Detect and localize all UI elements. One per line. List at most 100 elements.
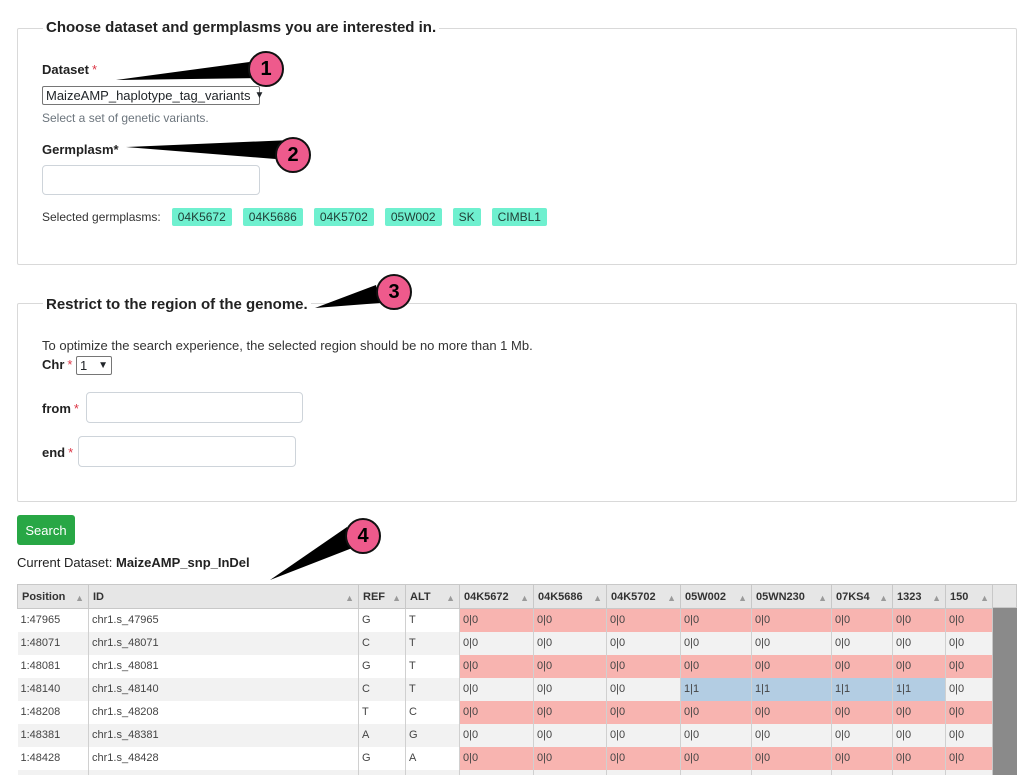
column-header-label: Position (22, 590, 66, 603)
column-header[interactable]: 07KS4 ▲ (831, 584, 893, 609)
table-row[interactable]: 1:48071 chr1.s_48071 C T 0|0 0|0 0|0 0|0 0|0 0|0 0… (17, 631, 994, 655)
genotype-cell: 0|0 (459, 723, 534, 747)
table-scrollbar[interactable] (992, 608, 1017, 775)
column-header-label: 04K5686 (538, 590, 583, 603)
table-cell: 1:48081 (17, 654, 89, 678)
column-header[interactable]: 1323 ▲ (892, 584, 946, 609)
germplasm-chip[interactable]: SK (452, 208, 481, 226)
genotype-cell: 0|0 (945, 631, 994, 655)
chr-select[interactable]: 1 ▼ (76, 356, 112, 375)
table-cell: G (358, 654, 406, 678)
table-scroll-header (992, 584, 1017, 608)
genotype-cell: 0|0 (533, 677, 607, 701)
genotype-cell: 0|0 (459, 631, 534, 655)
genotype-cell: 0|0 (831, 700, 893, 724)
germplasm-label: Germplasm* (42, 142, 119, 157)
table-row[interactable]: 1:48381 chr1.s_48381 A G 0|0 0|0 0|0 0|0 0|0 0|0 0… (17, 723, 994, 747)
column-header-label: 05W002 (685, 590, 726, 603)
germplasm-input[interactable] (42, 165, 260, 195)
column-header[interactable]: ALT ▲ (405, 584, 460, 609)
chevron-down-icon: ▼ (254, 90, 265, 101)
table-cell: chr1.s_47965 (88, 608, 359, 632)
column-header[interactable]: 05W002 ▲ (680, 584, 752, 609)
genotype-cell: 0|0 (892, 654, 946, 678)
required-mark: * (73, 401, 79, 416)
genotype-cell: 0|0 (892, 608, 946, 632)
germplasm-chip[interactable]: 05W002 (384, 208, 442, 226)
germplasm-chip[interactable]: 04K5672 (171, 208, 232, 226)
table-row[interactable]: 1:48208 chr1.s_48208 T C 0|0 0|0 0|0 0|0 0|0 0|0 0… (17, 700, 994, 724)
table-row[interactable]: 1:48428 chr1.s_48428 G A 0|0 0|0 0|0 0|0 0|0 0|0 0… (17, 746, 994, 770)
germplasm-chip[interactable]: CIMBL1 (491, 208, 547, 226)
table-row[interactable]: 1:48081 chr1.s_48081 G T 0|0 0|0 0|0 0|0 0|0 0|0 0… (17, 654, 994, 678)
genotype-cell: 0|0 (945, 654, 994, 678)
from-input[interactable] (86, 392, 303, 423)
table-cell: chr1.s_48140 (88, 677, 359, 701)
column-header[interactable]: Position ▲ (17, 584, 89, 609)
sort-up-icon: ▲ (392, 592, 401, 603)
genotype-cell: 0|0 (831, 631, 893, 655)
column-header-label: 04K5672 (464, 590, 509, 603)
from-label: from * (42, 401, 79, 416)
table-cell: C (358, 631, 406, 655)
variants-table-container: Position ▲ ID ▲ REF ▲ ALT ▲ 04K5672 ▲ 04K5686 ▲ 04K5… (17, 584, 1017, 775)
genotype-cell: 0|0 (831, 654, 893, 678)
genotype-cell: 0|0 (892, 746, 946, 770)
table-row[interactable]: 1:47965 chr1.s_47965 G T 0|0 0|0 0|0 0|0 0|0 0|0 0… (17, 608, 994, 632)
germplasm-chip[interactable]: 04K5702 (313, 208, 374, 226)
column-header-label: 150 (950, 590, 969, 603)
sort-up-icon: ▲ (75, 592, 84, 603)
column-header[interactable]: ID ▲ (88, 584, 359, 609)
column-header-label: 07KS4 (836, 590, 870, 603)
sort-up-icon: ▲ (345, 592, 354, 603)
sort-up-icon: ▲ (738, 592, 747, 603)
table-body: 1:47965 chr1.s_47965 G T 0|0 0|0 0|0 0|0 0|0 0|0 0… (17, 608, 994, 775)
table-cell: chr1.s_48381 (88, 723, 359, 747)
genotype-cell: 0|0 (533, 700, 607, 724)
dataset-help-text: Select a set of genetic variants. (42, 111, 209, 125)
genotype-cell: 0|0 (945, 700, 994, 724)
current-dataset: Current Dataset: MaizeAMP_snp_InDel (17, 555, 250, 570)
selected-germplasms-row: Selected germplasms: 04K5672 04K5686 04K… (42, 208, 547, 226)
genotype-cell: 0|0 (533, 746, 607, 770)
genotype-cell: 0|0 (751, 723, 832, 747)
table-cell (405, 769, 460, 775)
section-title-region: Restrict to the region of the genome. (43, 296, 311, 313)
germplasm-chip[interactable]: 04K5686 (242, 208, 303, 226)
genotype-cell: 0|0 (831, 746, 893, 770)
annotation-marker-1: 1 (248, 51, 284, 87)
table-cell: T (405, 677, 460, 701)
table-row[interactable]: 1:48140 chr1.s_48140 C T 0|0 0|0 0|0 1|1 1|1 1|1 1… (17, 677, 994, 701)
table-cell: 1:48428 (17, 746, 89, 770)
genotype-cell: 1|1 (751, 677, 832, 701)
region-note: To optimize the search experience, the s… (42, 338, 533, 353)
table-cell: C (358, 677, 406, 701)
column-header[interactable]: REF ▲ (358, 584, 406, 609)
table-cell: 1:48381 (17, 723, 89, 747)
table-row[interactable] (17, 769, 994, 775)
table-header-row: Position ▲ ID ▲ REF ▲ ALT ▲ 04K5672 ▲ 04K5686 ▲ 04K5… (17, 584, 994, 609)
column-header[interactable]: 05WN230 ▲ (751, 584, 832, 609)
search-button[interactable]: Search (17, 515, 75, 545)
dataset-select[interactable]: MaizeAMP_haplotype_tag_variants ▼ (42, 86, 264, 105)
column-header[interactable]: 150 ▲ (945, 584, 994, 609)
genotype-cell (606, 769, 681, 775)
section-title-dataset: Choose dataset and germplasms you are in… (43, 19, 440, 36)
genotype-cell: 1|1 (680, 677, 752, 701)
sort-up-icon: ▲ (932, 592, 941, 603)
chevron-down-icon: ▼ (98, 360, 108, 371)
genotype-cell: 0|0 (459, 700, 534, 724)
end-input[interactable] (78, 436, 296, 467)
column-header[interactable]: 04K5686 ▲ (533, 584, 607, 609)
chr-label-text: Chr (42, 357, 65, 372)
genotype-cell (533, 769, 607, 775)
column-header[interactable]: 04K5702 ▲ (606, 584, 681, 609)
genotype-cell: 0|0 (945, 746, 994, 770)
genotype-cell: 0|0 (533, 608, 607, 632)
column-header[interactable]: 04K5672 ▲ (459, 584, 534, 609)
table-cell: C (405, 700, 460, 724)
dataset-label-text: Dataset (42, 62, 89, 77)
current-dataset-value: MaizeAMP_snp_InDel (116, 555, 250, 570)
sort-up-icon: ▲ (593, 592, 602, 603)
column-header-label: 05WN230 (756, 590, 805, 603)
